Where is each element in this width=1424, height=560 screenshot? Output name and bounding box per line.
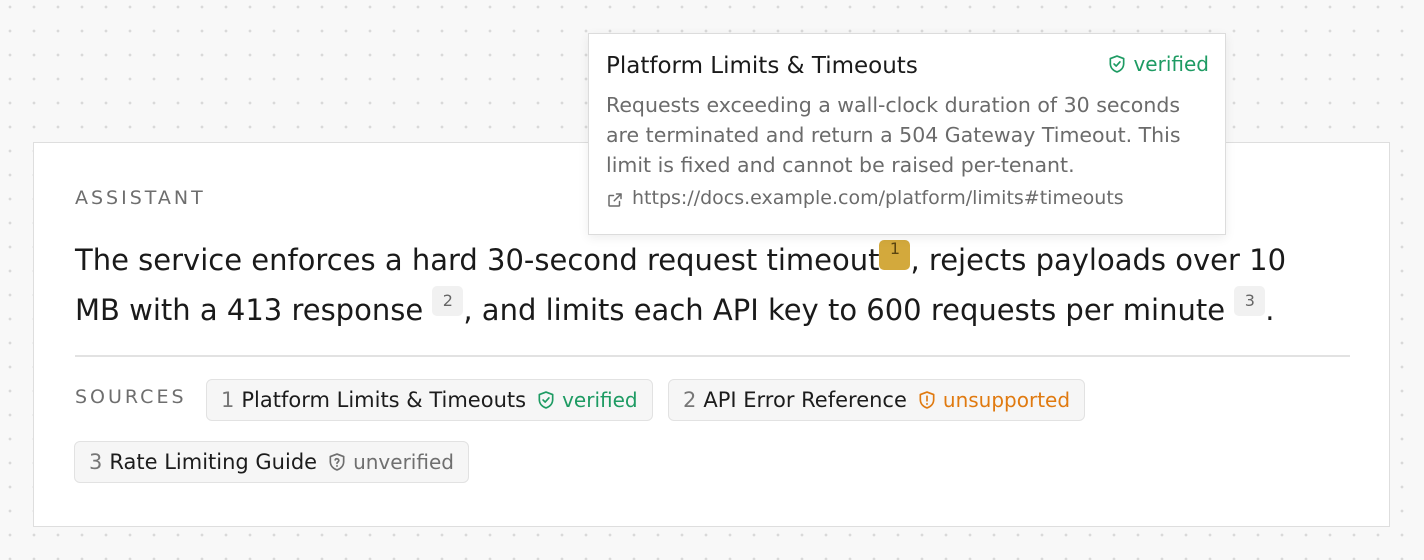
citation-marker-2[interactable]: 2 (432, 286, 464, 316)
source-link[interactable]: https://docs.example.com/platform/limits… (606, 187, 1124, 209)
source-url[interactable]: https://docs.example.com/platform/limits… (632, 187, 1124, 209)
citation-marker-1[interactable]: 1 (879, 240, 911, 270)
source-chip-1[interactable]: 1 Platform Limits & Timeouts verified (206, 379, 653, 421)
popover-body: Requests exceeding a wall-clock duration… (606, 93, 1181, 177)
answer-segment: The service enforces a hard 30-second re… (75, 243, 880, 277)
source-chip-3[interactable]: 3 Rate Limiting Guide unverified (74, 441, 469, 483)
role-label: ASSISTANT (75, 187, 206, 209)
status-label: verified (1133, 52, 1209, 76)
source-number: 2 (683, 388, 697, 412)
source-status: unverified (327, 450, 454, 474)
source-title: Rate Limiting Guide (109, 450, 318, 474)
status-label: unsupported (942, 388, 1071, 412)
source-status: unsupported (917, 388, 1070, 412)
source-number: 3 (89, 450, 103, 474)
popover-status: verified (1107, 52, 1209, 76)
source-number: 1 (221, 388, 235, 412)
answer-segment: , and limits each API key to 600 request… (463, 293, 1226, 327)
source-title: Platform Limits & Timeouts (241, 388, 527, 412)
external-link-icon (608, 193, 622, 207)
divider (75, 355, 1350, 357)
answer-text: The service enforces a hard 30-second re… (75, 235, 1335, 335)
citation-marker-3[interactable]: 3 (1234, 286, 1266, 316)
popover-title: Platform Limits & Timeouts (606, 53, 918, 79)
source-title: API Error Reference (703, 388, 907, 412)
sources-label: SOURCES (75, 386, 187, 408)
source-status: verified (536, 388, 638, 412)
shield-alert-icon (919, 391, 935, 409)
shield-check-icon (1109, 55, 1125, 73)
answer-segment: . (1265, 293, 1275, 327)
status-label: unverified (353, 450, 454, 474)
source-chip-2[interactable]: 2 API Error Reference unsupported (668, 379, 1086, 421)
citation-popover: Platform Limits & Timeouts verified Requ… (588, 33, 1226, 235)
status-label: verified (562, 388, 638, 412)
shield-check-icon (538, 391, 554, 409)
shield-question-icon (329, 453, 345, 471)
